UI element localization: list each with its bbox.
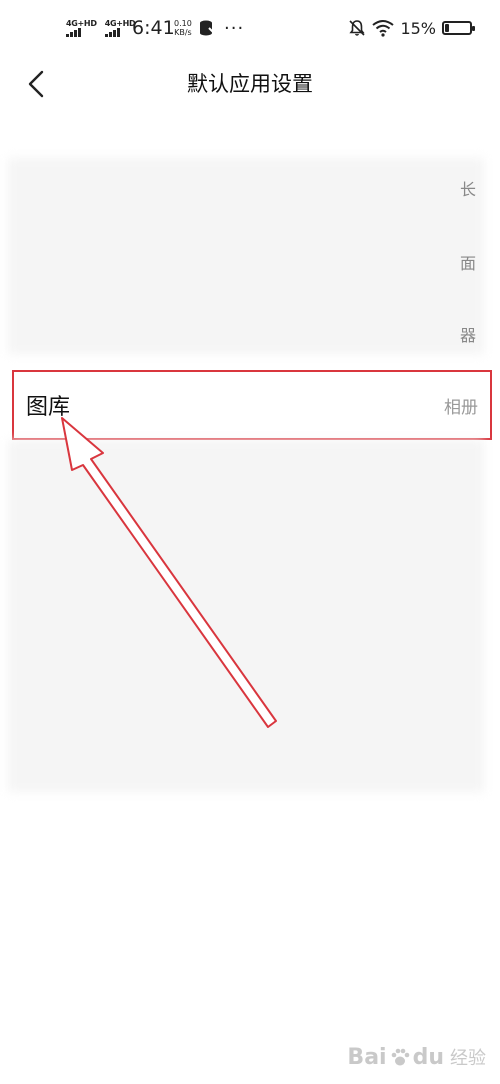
- list-item[interactable]: [8, 510, 484, 580]
- default-apps-group-bottom: [8, 440, 484, 792]
- signal-bars-icon: [66, 28, 81, 37]
- speed-unit: KB/s: [174, 28, 192, 37]
- paw-icon: [391, 1048, 409, 1066]
- partial-value-text: 面: [459, 254, 476, 273]
- network-2: 4G+HD: [104, 19, 136, 37]
- baidu-jingyan-watermark: Bai du 经验: [347, 1044, 486, 1070]
- clock: 6:41: [132, 17, 175, 39]
- network-indicators: 4G+HD 4G+HD: [66, 0, 136, 56]
- network-speed: 0.10 KB/s: [174, 0, 192, 56]
- list-item[interactable]: [8, 288, 484, 353]
- wifi-icon: [372, 20, 395, 37]
- list-item[interactable]: [8, 650, 484, 720]
- list-item[interactable]: [8, 720, 484, 790]
- more-notifications-icon: ···: [224, 17, 245, 39]
- mute-bell-icon: [349, 20, 366, 36]
- list-item[interactable]: [8, 580, 484, 650]
- status-bar: 4G+HD 4G+HD 6:41 0.10 KB/s ··· 15%: [0, 0, 500, 56]
- gallery-value: 相册: [444, 397, 478, 418]
- status-right: 15%: [348, 0, 475, 56]
- network-1-label: 4G+HD: [66, 19, 97, 28]
- data-saver-icon: [198, 0, 216, 56]
- network-1: 4G+HD: [66, 19, 97, 37]
- watermark-sub: 经验: [450, 1048, 486, 1069]
- network-2-label: 4G+HD: [104, 19, 136, 28]
- default-apps-group-top: [8, 158, 484, 354]
- watermark-brand-suffix: du: [412, 1044, 444, 1070]
- battery-icon: [442, 21, 475, 35]
- partial-value-text: 器: [459, 326, 476, 345]
- app-header: 默认应用设置: [0, 56, 500, 116]
- battery-percent: 15%: [400, 18, 436, 38]
- page-title: 默认应用设置: [187, 72, 313, 96]
- list-item[interactable]: [8, 440, 484, 510]
- speed-value: 0.10: [174, 19, 192, 28]
- gallery-default-app-row[interactable]: 图库 相册: [12, 370, 492, 440]
- partial-value-text: 长: [459, 180, 476, 199]
- signal-bars-icon: [104, 28, 120, 37]
- list-item[interactable]: [8, 158, 484, 223]
- battery-fill: [445, 24, 449, 32]
- gallery-label: 图库: [26, 395, 71, 420]
- watermark-brand: Bai: [347, 1044, 387, 1070]
- list-item[interactable]: [8, 223, 484, 288]
